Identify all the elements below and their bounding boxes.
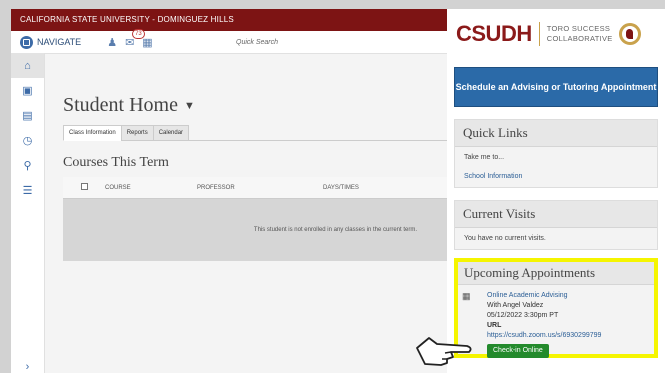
navigate-button[interactable]: NAVIGATE <box>20 35 82 49</box>
message-icon[interactable]: ✉ 73 <box>125 28 145 49</box>
courses-heading: Courses This Term <box>63 155 169 170</box>
school-information-link[interactable]: School Information <box>464 173 648 180</box>
document-icon[interactable]: ▦ <box>142 36 152 49</box>
chevron-down-icon[interactable]: ▼ <box>184 100 195 112</box>
left-nav: ⌂ ▣ ▤ ◷ ⚲ ☰ › <box>11 53 45 373</box>
university-bar: CALIFORNIA STATE UNIVERSITY - DOMINGUEZ … <box>11 9 447 31</box>
current-visits-text: You have no current visits. <box>464 235 546 242</box>
schedule-appointment-button[interactable]: Schedule an Advising or Tutoring Appoint… <box>454 67 658 107</box>
quick-links-title: Quick Links <box>455 120 657 147</box>
appointment-item: ▦ Online Academic Advising With Angel Va… <box>458 285 654 364</box>
people-icon[interactable]: ♟ <box>107 36 117 49</box>
expand-icon[interactable]: › <box>11 361 44 373</box>
quick-search-input[interactable]: Quick Search <box>236 39 278 46</box>
top-nav: NAVIGATE ♟ ✉ 73 ▦ Quick Search <box>11 28 447 54</box>
id-card-icon[interactable]: ▣ <box>11 78 44 103</box>
upcoming-appointments-title: Upcoming Appointments <box>458 262 654 285</box>
logo-subtitle-line1: TORO SUCCESS <box>546 24 611 33</box>
logo-subtitle-line2: COLLABORATIVE <box>546 34 613 43</box>
right-sidebar: CSUDH TORO SUCCESS COLLABORATIVE Schedule… <box>447 9 665 373</box>
clock-icon[interactable]: ◷ <box>11 128 44 153</box>
current-visits-title: Current Visits <box>455 201 657 228</box>
appointment-name-link[interactable]: Online Academic Advising <box>487 292 568 299</box>
logo-text: CSUDH <box>456 21 532 46</box>
courses-table: COURSE PROFESSOR DAYS/TIMES This student… <box>63 177 447 261</box>
zoom-url-link[interactable]: https://csudh.zoom.us/s/6930299799 <box>487 332 601 339</box>
appointment-datetime: 05/12/2022 3:30pm PT <box>487 312 559 319</box>
tab-class-information[interactable]: Class Information <box>63 125 122 141</box>
logo-divider <box>538 22 540 46</box>
url-label: URL <box>487 322 502 329</box>
search-icon[interactable]: ⚲ <box>11 153 44 178</box>
app-window: CALIFORNIA STATE UNIVERSITY - DOMINGUEZ … <box>11 9 447 373</box>
tab-bar: Class Information Reports Calendar <box>63 125 447 141</box>
select-all-checkbox-cell[interactable] <box>63 177 101 199</box>
column-course[interactable]: COURSE <box>101 177 193 199</box>
quick-links-text: Take me to... <box>464 154 505 161</box>
tab-calendar[interactable]: Calendar <box>152 125 190 141</box>
toro-logo-icon <box>618 23 641 45</box>
quick-links-panel: Quick Links Take me to... School Informa… <box>454 119 658 188</box>
empty-message: This student is not enrolled in any clas… <box>253 227 417 233</box>
hand-pointer-icon <box>416 337 472 366</box>
page-title: Student Home ▼ <box>63 94 447 117</box>
schedule-icon[interactable]: ▤ <box>11 103 44 128</box>
select-all-checkbox[interactable] <box>81 183 88 190</box>
column-days-times[interactable]: DAYS/TIMES <box>319 177 447 199</box>
home-icon[interactable]: ⌂ <box>11 53 44 78</box>
check-in-online-button[interactable]: Check-in Online <box>487 344 549 358</box>
column-professor[interactable]: PROFESSOR <box>193 177 319 199</box>
tab-reports[interactable]: Reports <box>120 125 154 141</box>
upcoming-appointments-panel: Upcoming Appointments ▦ Online Academic … <box>454 258 658 358</box>
university-name: CALIFORNIA STATE UNIVERSITY - DOMINGUEZ … <box>20 15 234 24</box>
logo: CSUDH TORO SUCCESS COLLABORATIVE <box>447 9 665 59</box>
navigate-icon <box>20 35 33 49</box>
main-content: Student Home ▼ Class Information Reports … <box>63 53 447 261</box>
page-title-text: Student Home <box>63 94 178 116</box>
logo-subtitle: TORO SUCCESS COLLABORATIVE <box>547 24 613 44</box>
appointment-with: With Angel Valdez <box>487 302 544 309</box>
list-icon[interactable]: ☰ <box>11 178 44 203</box>
current-visits-panel: Current Visits You have no current visit… <box>454 200 658 250</box>
navigate-label: NAVIGATE <box>37 37 82 47</box>
